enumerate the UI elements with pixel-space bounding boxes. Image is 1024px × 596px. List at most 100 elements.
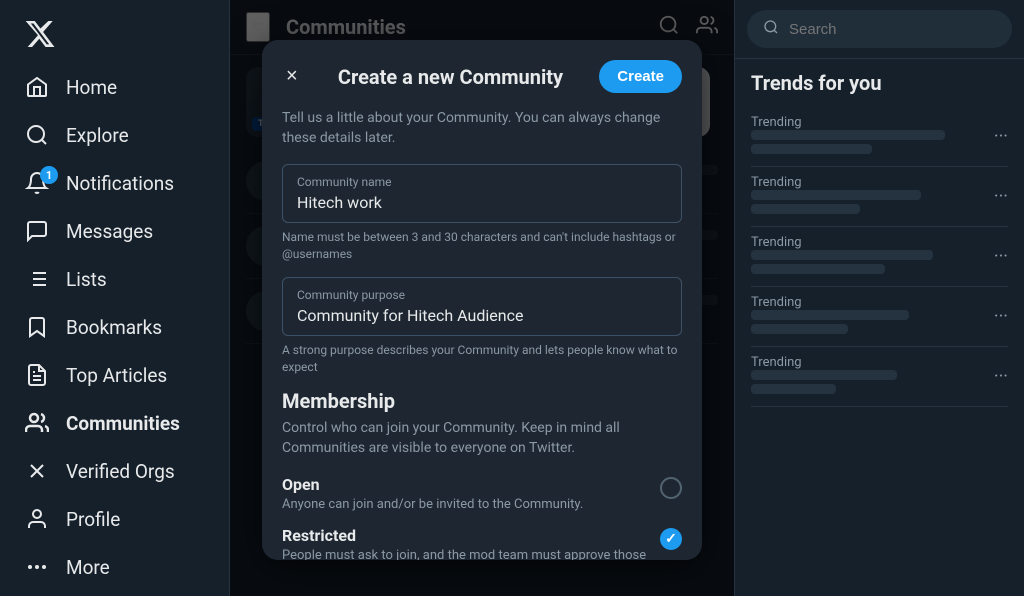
modal-overlay[interactable]: × Create a new Community Create Tell us … <box>230 0 734 596</box>
trend-label: Trending <box>751 175 994 190</box>
sidebar-item-verified-orgs-label: Verified Orgs <box>66 460 175 483</box>
more-icon <box>24 554 50 580</box>
trend-placeholder <box>751 384 836 394</box>
search-inner[interactable] <box>747 10 1012 48</box>
restricted-option-desc: People must ask to join, and the mod tea… <box>282 547 660 560</box>
sidebar-item-messages[interactable]: Messages <box>12 208 217 254</box>
trend-label: Trending <box>751 295 994 310</box>
trend-dots-icon[interactable]: ··· <box>994 246 1008 267</box>
modal-title: Create a new Community <box>338 65 563 89</box>
trend-placeholder <box>751 144 872 154</box>
bookmarks-icon <box>24 314 50 340</box>
profile-icon <box>24 506 50 532</box>
home-icon <box>24 74 50 100</box>
search-input[interactable] <box>789 21 996 38</box>
sidebar-item-more[interactable]: More <box>12 544 217 590</box>
trends-title: Trends for you <box>751 71 1008 95</box>
trend-dots-icon[interactable]: ··· <box>994 186 1008 207</box>
lists-icon <box>24 266 50 292</box>
sidebar-item-explore[interactable]: Explore <box>12 112 217 158</box>
right-sidebar: Trends for you Trending ··· Trending ···… <box>734 0 1024 596</box>
trend-text: Trending <box>751 295 994 338</box>
create-community-button[interactable]: Create <box>599 60 682 93</box>
sidebar-item-notifications[interactable]: 1 Notifications <box>12 160 217 206</box>
trend-placeholder <box>751 190 921 200</box>
trend-placeholder <box>751 250 933 260</box>
messages-icon <box>24 218 50 244</box>
modal-header: × Create a new Community Create <box>282 60 682 93</box>
sidebar-item-bookmarks-label: Bookmarks <box>66 316 162 339</box>
membership-desc: Control who can join your Community. Kee… <box>282 419 682 458</box>
notifications-icon: 1 <box>24 170 50 196</box>
sidebar-item-lists[interactable]: Lists <box>12 256 217 302</box>
sidebar-item-bookmarks[interactable]: Bookmarks <box>12 304 217 350</box>
sidebar-item-communities-label: Communities <box>66 412 180 435</box>
trend-item-4[interactable]: Trending ··· <box>751 287 1008 347</box>
notifications-badge: 1 <box>40 166 58 184</box>
trend-placeholder <box>751 130 945 140</box>
modal-close-button[interactable]: × <box>282 61 302 92</box>
trend-label: Trending <box>751 115 994 130</box>
restricted-radio[interactable] <box>660 528 682 550</box>
search-bar <box>735 0 1024 59</box>
trend-item-1[interactable]: Trending ··· <box>751 107 1008 167</box>
restricted-option-title: Restricted <box>282 526 660 545</box>
open-option-title: Open <box>282 475 660 494</box>
trend-dots-icon[interactable]: ··· <box>994 366 1008 387</box>
trend-placeholder <box>751 264 885 274</box>
community-name-input-group[interactable]: Community name Hitech work <box>282 164 682 223</box>
top-articles-icon <box>24 362 50 388</box>
sidebar-item-home-label: Home <box>66 76 117 99</box>
create-community-modal: × Create a new Community Create Tell us … <box>262 40 702 560</box>
trend-placeholder <box>751 324 848 334</box>
main-area: Communities Tech TechnicalWritingCommuni… <box>230 0 734 596</box>
trend-label: Trending <box>751 355 994 370</box>
community-purpose-label: Community purpose <box>297 288 667 302</box>
sidebar-item-verified-orgs[interactable]: Verified Orgs <box>12 448 217 494</box>
trend-placeholder <box>751 370 897 380</box>
sidebar-item-top-articles-label: Top Articles <box>66 364 167 387</box>
trend-dots-icon[interactable]: ··· <box>994 306 1008 327</box>
trend-item-2[interactable]: Trending ··· <box>751 167 1008 227</box>
community-purpose-value[interactable]: Community for Hitech Audience <box>297 306 667 325</box>
community-purpose-input-group[interactable]: Community purpose Community for Hitech A… <box>282 277 682 336</box>
trend-dots-icon[interactable]: ··· <box>994 126 1008 147</box>
trend-text: Trending <box>751 235 994 278</box>
trend-item-5[interactable]: Trending ··· <box>751 347 1008 407</box>
community-name-label: Community name <box>297 175 667 189</box>
trend-placeholder <box>751 204 860 214</box>
open-option-info: Open Anyone can join and/or be invited t… <box>282 475 660 514</box>
open-radio[interactable] <box>660 477 682 499</box>
trend-item-3[interactable]: Trending ··· <box>751 227 1008 287</box>
communities-icon <box>24 410 50 436</box>
open-membership-option[interactable]: Open Anyone can join and/or be invited t… <box>282 475 682 514</box>
sidebar-item-messages-label: Messages <box>66 220 153 243</box>
sidebar-item-communities[interactable]: Communities <box>12 400 217 446</box>
trends-section: Trends for you Trending ··· Trending ···… <box>735 59 1024 419</box>
trend-text: Trending <box>751 355 994 398</box>
trend-text: Trending <box>751 175 994 218</box>
sidebar-item-lists-label: Lists <box>66 268 107 291</box>
sidebar-nav: Home Explore 1 Notifications Messages <box>12 64 217 590</box>
name-hint: Name must be between 3 and 30 characters… <box>282 229 682 263</box>
sidebar-item-notifications-label: Notifications <box>66 172 174 195</box>
trend-placeholder <box>751 310 909 320</box>
x-logo[interactable] <box>12 8 217 60</box>
trend-label: Trending <box>751 235 994 250</box>
trend-text: Trending <box>751 115 994 158</box>
sidebar-item-explore-label: Explore <box>66 124 129 147</box>
sidebar-item-more-label: More <box>66 556 110 579</box>
modal-subtitle: Tell us a little about your Community. Y… <box>282 109 682 148</box>
purpose-hint: A strong purpose describes your Communit… <box>282 342 682 376</box>
restricted-membership-option[interactable]: Restricted People must ask to join, and … <box>282 526 682 560</box>
open-option-desc: Anyone can join and/or be invited to the… <box>282 496 660 514</box>
membership-title: Membership <box>282 389 682 413</box>
sidebar-item-profile[interactable]: Profile <box>12 496 217 542</box>
search-icon <box>763 19 779 39</box>
sidebar-item-top-articles[interactable]: Top Articles <box>12 352 217 398</box>
explore-icon <box>24 122 50 148</box>
sidebar-item-home[interactable]: Home <box>12 64 217 110</box>
verified-orgs-icon <box>24 458 50 484</box>
community-name-value[interactable]: Hitech work <box>297 193 667 212</box>
sidebar-item-profile-label: Profile <box>66 508 120 531</box>
